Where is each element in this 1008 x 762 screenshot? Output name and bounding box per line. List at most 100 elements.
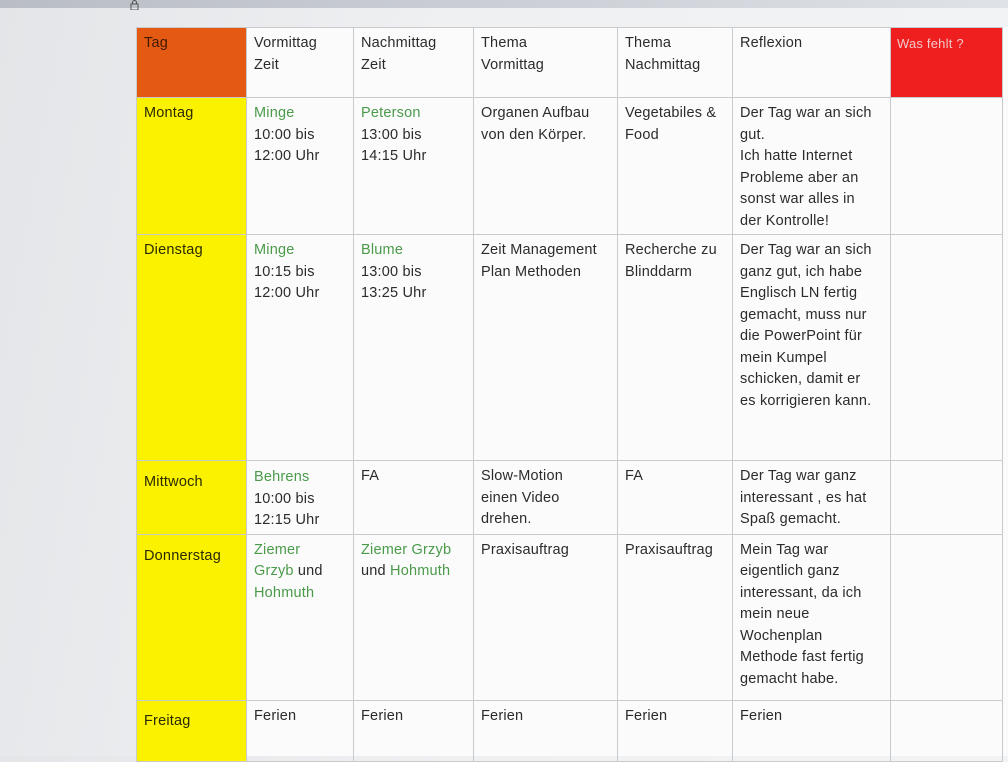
reflexion-cell: Der Tag war ganz interessant , es hat Sp…: [732, 460, 891, 535]
was-fehlt-cell: [890, 699, 1003, 762]
header-thema-vm-line2: Vormittag: [481, 56, 545, 73]
text-line: drehen.: [481, 511, 532, 527]
vormittag-cell: Behrens 10:00 bis 12:15 Uhr: [246, 460, 354, 535]
time-end: 14:15 Uhr: [361, 148, 427, 164]
teacher-name: Hohmuth: [390, 563, 451, 579]
day-cell: Donnerstag: [136, 533, 247, 701]
nachmittag-cell: Ferien: [353, 699, 474, 762]
reflexion-cell: Der Tag war an sich ganz gut, ich habe E…: [732, 234, 891, 461]
header-vormittag-line1: Vormittag: [254, 35, 318, 51]
window-top-edge: [0, 0, 1008, 8]
text-line: Mein Tag war: [740, 541, 829, 558]
text-line: gemacht habe.: [740, 670, 839, 687]
text-line: Der Tag war ganz: [740, 468, 857, 484]
vormittag-cell: Ferien: [246, 699, 354, 762]
text-line: interessant , es hat: [740, 489, 867, 506]
header-thema-nachmittag: Thema Nachmittag: [617, 27, 733, 98]
weekly-plan-table: Tag Vormittag Zeit Nachmittag Zeit Thema…: [136, 27, 1003, 762]
thema-nachmittag-cell: Praxisauftrag: [617, 533, 733, 701]
time-start: 13:00 bis: [361, 126, 422, 143]
day-cell: Mittwoch: [136, 460, 247, 535]
time-end: 12:15 Uhr: [254, 512, 320, 528]
text-line: eigentlich ganz: [740, 563, 840, 579]
day-cell: Montag: [136, 97, 247, 235]
text-line: schicken, damit er: [740, 371, 861, 387]
header-nachmittag-line2: Zeit: [361, 56, 386, 73]
text-line: Vegetabiles &: [625, 105, 717, 121]
time-end: 12:00 Uhr: [254, 148, 320, 164]
header-reflexion: Reflexion: [732, 27, 891, 98]
text-line: Methode fast fertig: [740, 649, 864, 665]
text-line: es korrigieren kann.: [740, 392, 872, 409]
text-line: Praxisauftrag: [625, 541, 714, 558]
teacher-name: Peterson: [361, 105, 421, 121]
reflexion-cell: Mein Tag war eigentlich ganz interessant…: [732, 533, 891, 701]
text-line: Englisch LN fertig: [740, 285, 858, 301]
thema-vormittag-cell: Zeit Management Plan Methoden: [473, 234, 618, 461]
text-line: sonst war alles in: [740, 191, 855, 207]
text-line: Zeit Management: [481, 242, 597, 258]
thema-nachmittag-cell: Recherche zu Blinddarm: [617, 234, 733, 461]
text-line: Plan Methoden: [481, 263, 582, 280]
text-line: Organen Aufbau: [481, 105, 590, 121]
header-nachmittag-line1: Nachmittag: [361, 35, 437, 51]
header-row: Tag Vormittag Zeit Nachmittag Zeit Thema…: [136, 27, 1003, 98]
nachmittag-cell: Peterson 13:00 bis 14:15 Uhr: [353, 97, 474, 235]
header-thema-nm-line1: Thema: [625, 35, 672, 51]
header-vormittag: Vormittag Zeit: [246, 27, 354, 98]
reflexion-cell: Der Tag war an sich gut. Ich hatte Inter…: [732, 97, 891, 235]
teacher-name: Blume: [361, 242, 404, 258]
teacher-name: Minge: [254, 105, 295, 121]
text-line: gut.: [740, 126, 765, 143]
thema-nachmittag-cell: Vegetabiles & Food: [617, 97, 733, 235]
was-fehlt-cell: [890, 460, 1003, 535]
teacher-name: Ziemer Grzyb: [361, 541, 452, 558]
header-thema-vm-line1: Thema: [481, 35, 528, 51]
connector-text: und: [361, 563, 391, 579]
table-row: Dienstag Minge 10:15 bis 12:00 Uhr Blume…: [136, 234, 1003, 461]
time-start: 10:00 bis: [254, 126, 315, 143]
time-start: 10:15 bis: [254, 263, 315, 280]
was-fehlt-cell: [890, 533, 1003, 701]
header-tag: Tag: [136, 27, 247, 98]
text-line: mein neue: [740, 606, 810, 622]
header-vormittag-line2: Zeit: [254, 56, 279, 73]
text-line: Ich hatte Internet: [740, 148, 853, 164]
day-cell: Freitag: [136, 699, 247, 762]
text-line: Probleme aber an: [740, 169, 859, 186]
teacher-name: Grzyb: [254, 563, 294, 579]
text-line: von den Körper.: [481, 126, 587, 143]
time-end: 13:25 Uhr: [361, 285, 427, 301]
table-row: Mittwoch Behrens 10:00 bis 12:15 Uhr FA …: [136, 460, 1003, 535]
header-thema-vormittag: Thema Vormittag: [473, 27, 618, 98]
text-line: die PowerPoint für: [740, 328, 863, 344]
thema-vormittag-cell: Slow-Motion einen Video drehen.: [473, 460, 618, 535]
time-start: 10:00 bis: [254, 490, 315, 507]
text-line: Blinddarm: [625, 263, 693, 280]
text-line: Slow-Motion: [481, 468, 563, 484]
header-thema-nm-line2: Nachmittag: [625, 56, 701, 73]
thema-vormittag-cell: Praxisauftrag: [473, 533, 618, 701]
text-line: Der Tag war an sich: [740, 105, 872, 121]
vormittag-cell: Ziemer Grzyb und Hohmuth: [246, 533, 354, 701]
teacher-name: Minge: [254, 242, 295, 258]
vormittag-cell: Minge 10:15 bis 12:00 Uhr: [246, 234, 354, 461]
thema-nachmittag-cell: Ferien: [617, 699, 733, 762]
day-cell: Dienstag: [136, 234, 247, 461]
text-line: FA: [625, 468, 644, 484]
teacher-name: Hohmuth: [254, 584, 315, 601]
nachmittag-cell: Ziemer Grzyb und Hohmuth: [353, 533, 474, 701]
teacher-name: Behrens: [254, 469, 310, 485]
table-row: Donnerstag Ziemer Grzyb und Hohmuth Ziem…: [136, 533, 1003, 701]
document-page: Tag Vormittag Zeit Nachmittag Zeit Thema…: [136, 27, 1008, 762]
thema-vormittag-cell: Organen Aufbau von den Körper.: [473, 97, 618, 235]
text-line: Food: [625, 126, 659, 143]
time-start: 13:00 bis: [361, 263, 422, 280]
text-line: interessant, da ich: [740, 584, 862, 601]
teacher-name: Ziemer: [254, 541, 301, 558]
nachmittag-cell: FA: [353, 460, 474, 535]
text-line: ganz gut, ich habe: [740, 263, 863, 280]
text-line: Wochenplan: [740, 627, 823, 644]
text-line: der Kontrolle!: [740, 212, 830, 229]
reflexion-cell: Ferien: [732, 699, 891, 762]
